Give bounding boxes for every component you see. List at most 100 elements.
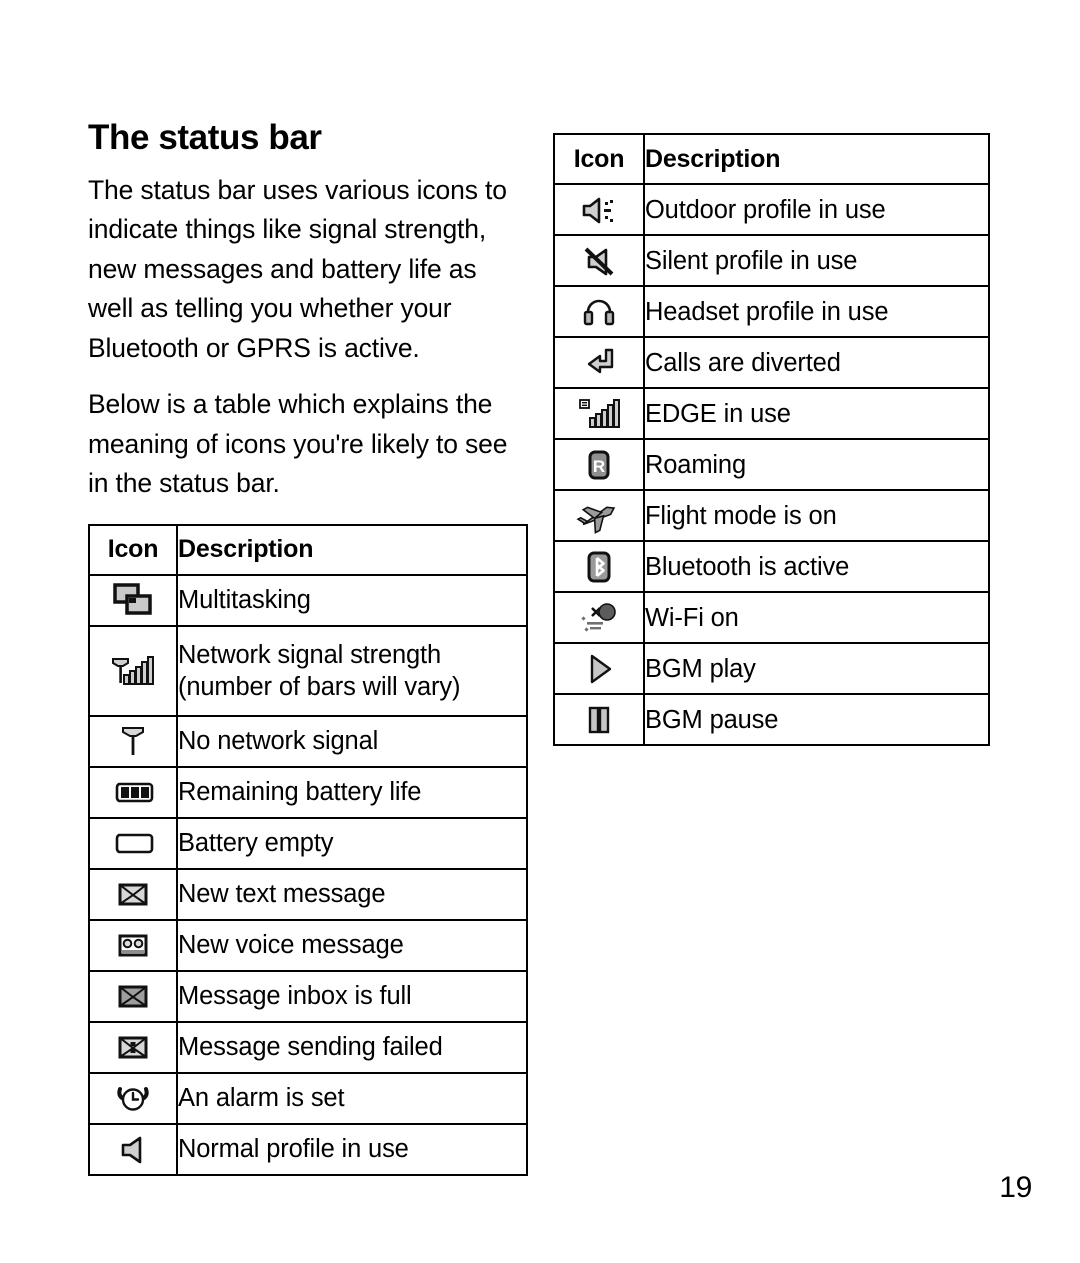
icon-cell — [553, 285, 645, 338]
description-cell: Multitasking — [176, 573, 528, 627]
icon-cell — [88, 918, 178, 972]
table-row: An alarm is set — [88, 1071, 528, 1125]
icon-cell — [88, 969, 178, 1023]
description-cell: New voice message — [176, 918, 528, 972]
description-cell: Calls are diverted — [643, 336, 990, 389]
description-cell: No network signal — [176, 714, 528, 768]
table-row: Silent profile in use — [553, 234, 990, 287]
column-header-icon: Icon — [88, 523, 178, 576]
description-cell: Flight mode is on — [643, 489, 990, 542]
headset-profile-icon — [576, 292, 622, 332]
icon-cell — [553, 183, 645, 236]
description-cell: Roaming — [643, 438, 990, 491]
page-number: 19 — [999, 1171, 1032, 1204]
icon-cell — [553, 336, 645, 389]
bgm-play-icon — [576, 649, 622, 689]
edge-in-use-icon — [576, 394, 622, 434]
description-cell: Battery empty — [176, 816, 528, 870]
description-cell: EDGE in use — [643, 387, 990, 440]
status-icon-table-left: Icon Description Multitasking Network si… — [88, 523, 528, 1176]
description-cell: Remaining battery life — [176, 765, 528, 819]
icon-cell — [88, 1122, 178, 1176]
svg-text:R: R — [593, 457, 605, 476]
icon-cell — [88, 624, 178, 717]
silent-profile-icon — [576, 241, 622, 281]
table-row: EDGE in use — [553, 387, 990, 440]
icon-cell — [553, 489, 645, 542]
table-row: Flight mode is on — [553, 489, 990, 542]
multitasking-icon — [110, 580, 156, 620]
network-signal-strength-icon — [110, 651, 156, 691]
description-cell: BGM play — [643, 642, 990, 695]
table-row: Bluetooth is active — [553, 540, 990, 593]
right-column: Icon Description Outdoor profile in use … — [553, 133, 990, 746]
icon-cell — [88, 1020, 178, 1074]
normal-profile-icon — [110, 1129, 156, 1169]
icon-cell — [553, 387, 645, 440]
table-header-row: Icon Description — [553, 133, 990, 185]
battery-remaining-icon — [110, 772, 156, 812]
page-title: The status bar — [88, 118, 322, 157]
table-row: BGM pause — [553, 693, 990, 746]
table-row: Remaining battery life — [88, 765, 528, 819]
battery-empty-icon — [110, 823, 156, 863]
description-cell: Network signal strength (number of bars … — [176, 624, 528, 717]
icon-cell — [88, 1071, 178, 1125]
table-row: Headset profile in use — [553, 285, 990, 338]
column-header-description: Description — [643, 133, 990, 185]
table-header-row: Icon Description — [88, 523, 528, 576]
icon-cell — [553, 591, 645, 644]
message-inbox-full-icon — [110, 976, 156, 1016]
table-row: Battery empty — [88, 816, 528, 870]
description-cell: Silent profile in use — [643, 234, 990, 287]
left-column: The status bar The status bar uses vario… — [88, 118, 528, 1176]
description-cell: Message inbox is full — [176, 969, 528, 1023]
column-header-description: Description — [176, 523, 528, 576]
description-cell: New text message — [176, 867, 528, 921]
table-row: No network signal — [88, 714, 528, 768]
alarm-set-icon — [110, 1078, 156, 1118]
description-cell: Headset profile in use — [643, 285, 990, 338]
table-row: New voice message — [88, 918, 528, 972]
new-text-message-icon — [110, 874, 156, 914]
manual-page: The status bar The status bar uses vario… — [0, 0, 1080, 1263]
table-row: Network signal strength (number of bars … — [88, 624, 528, 717]
table-row: BGM play — [553, 642, 990, 695]
icon-cell — [88, 573, 178, 627]
table-row: Message sending failed — [88, 1020, 528, 1074]
no-network-signal-icon — [110, 721, 156, 761]
icon-cell — [553, 642, 645, 695]
icon-cell — [553, 540, 645, 593]
icon-cell — [88, 867, 178, 921]
table-row: Normal profile in use — [88, 1122, 528, 1176]
description-cell: Bluetooth is active — [643, 540, 990, 593]
flight-mode-icon — [576, 496, 622, 536]
roaming-icon: R — [576, 445, 622, 485]
table-row: Calls are diverted — [553, 336, 990, 389]
table-row: Multitasking — [88, 573, 528, 627]
calls-diverted-icon — [576, 343, 622, 383]
icon-cell — [88, 714, 178, 768]
table-row: R Roaming — [553, 438, 990, 491]
description-cell: Message sending failed — [176, 1020, 528, 1074]
description-cell: Outdoor profile in use — [643, 183, 990, 236]
description-cell: Normal profile in use — [176, 1122, 528, 1176]
wifi-on-icon — [576, 598, 622, 638]
description-cell: Wi-Fi on — [643, 591, 990, 644]
status-icon-table-right: Icon Description Outdoor profile in use … — [553, 133, 990, 746]
outdoor-profile-icon — [576, 190, 622, 230]
bgm-pause-icon — [576, 700, 622, 740]
table-row: Outdoor profile in use — [553, 183, 990, 236]
new-voice-message-icon — [110, 925, 156, 965]
table-row: Wi-Fi on — [553, 591, 990, 644]
column-header-icon: Icon — [553, 133, 645, 185]
icon-cell — [88, 816, 178, 870]
bluetooth-active-icon — [576, 547, 622, 587]
intro-paragraph-1: The status bar uses various icons to ind… — [88, 174, 507, 363]
description-cell: BGM pause — [643, 693, 990, 746]
icon-cell — [553, 234, 645, 287]
table-row: Message inbox is full — [88, 969, 528, 1023]
icon-cell — [553, 693, 645, 746]
icon-cell: R — [553, 438, 645, 491]
table-row: New text message — [88, 867, 528, 921]
